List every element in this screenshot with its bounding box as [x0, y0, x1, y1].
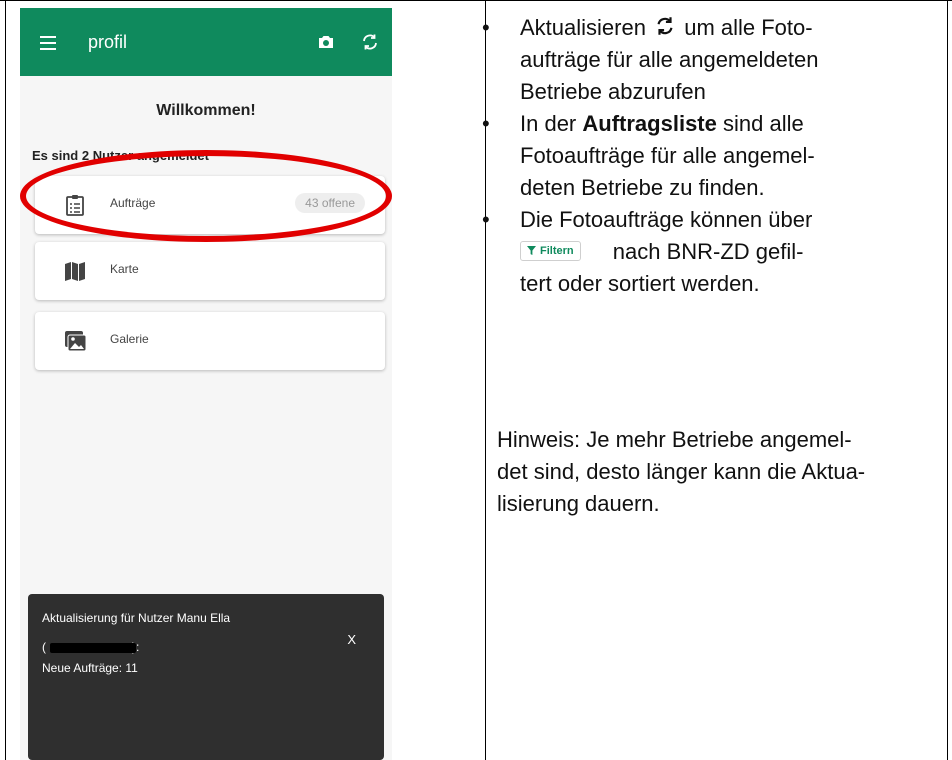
redacted-user-id — [50, 643, 136, 653]
bullet-text: Betriebe abzurufen — [520, 79, 706, 104]
instruction-list: • Aktualisieren um alle Foto- aufträge f… — [482, 12, 940, 300]
bullet-bold-term: Auftragsliste — [582, 111, 717, 136]
phone-screenshot: profil Willkommen! Es sind 2 Nutzer ange… — [20, 8, 392, 760]
update-snackbar: Aktualisierung für Nutzer Manu Ella (): … — [28, 594, 384, 760]
bullet-text: Die Fotoaufträge können über — [520, 207, 813, 232]
bullet-text: nach BNR-ZD gefil- — [612, 239, 804, 264]
app-bar: profil — [20, 8, 392, 76]
bullet-text: Fotoaufträge für alle angemel- — [520, 143, 815, 168]
filter-button-label: Filtern — [540, 244, 574, 257]
app-title: profil — [88, 32, 128, 52]
highlight-ellipse — [20, 150, 392, 242]
bullet-refresh: • Aktualisieren um alle Foto- aufträge f… — [482, 12, 940, 108]
menu-card-label: Karte — [110, 262, 139, 276]
bullet-text: um alle Foto- — [684, 15, 813, 40]
refresh-icon[interactable] — [360, 32, 380, 52]
table-border-right — [947, 0, 948, 760]
bullet-text: deten Betriebe zu finden. — [520, 175, 765, 200]
bullet-filter: • Die Fotoaufträge können über Filtern n… — [482, 204, 940, 300]
hamburger-menu-icon[interactable] — [40, 36, 56, 50]
gallery-icon — [65, 331, 87, 352]
table-border-left — [5, 0, 6, 760]
bullet-dot: • — [482, 111, 490, 136]
bullet-dot: • — [482, 207, 490, 232]
bullet-auftragsliste: • In der Auftragsliste sind alle Fotoauf… — [482, 108, 940, 204]
snackbar-line-3: Neue Aufträge: 11 — [42, 661, 138, 675]
refresh-icon — [657, 17, 673, 35]
menu-card-label: Galerie — [110, 332, 149, 346]
welcome-heading: Willkommen! — [156, 102, 256, 119]
filter-funnel-icon — [527, 246, 536, 255]
bullet-dot: • — [482, 15, 490, 40]
map-icon — [65, 262, 85, 281]
snackbar-paren-open: ( — [42, 640, 46, 654]
menu-card-karte[interactable]: Karte — [35, 242, 385, 300]
bullet-text: In der — [520, 111, 577, 136]
filter-button: Filtern — [520, 240, 581, 261]
hint-text: det sind, desto länger kann die Aktua- — [497, 459, 866, 484]
hint-text: Hinweis: Je mehr Betriebe angemel- — [497, 427, 852, 452]
hint-paragraph: Hinweis: Je mehr Betriebe angemel- det s… — [497, 424, 937, 520]
menu-card-galerie[interactable]: Galerie — [35, 312, 385, 370]
bullet-text: tert oder sortiert werden. — [520, 271, 760, 296]
bullet-text: Aktualisieren — [520, 15, 646, 40]
bullet-text: aufträge für alle angemeldeten — [520, 47, 819, 72]
hint-text: lisierung dauern. — [497, 491, 660, 516]
camera-icon[interactable] — [317, 34, 335, 50]
snackbar-line-1: Aktualisierung für Nutzer Manu Ella — [42, 611, 231, 625]
snackbar-close-button[interactable]: X — [347, 632, 356, 647]
bullet-text: sind alle — [723, 111, 804, 136]
